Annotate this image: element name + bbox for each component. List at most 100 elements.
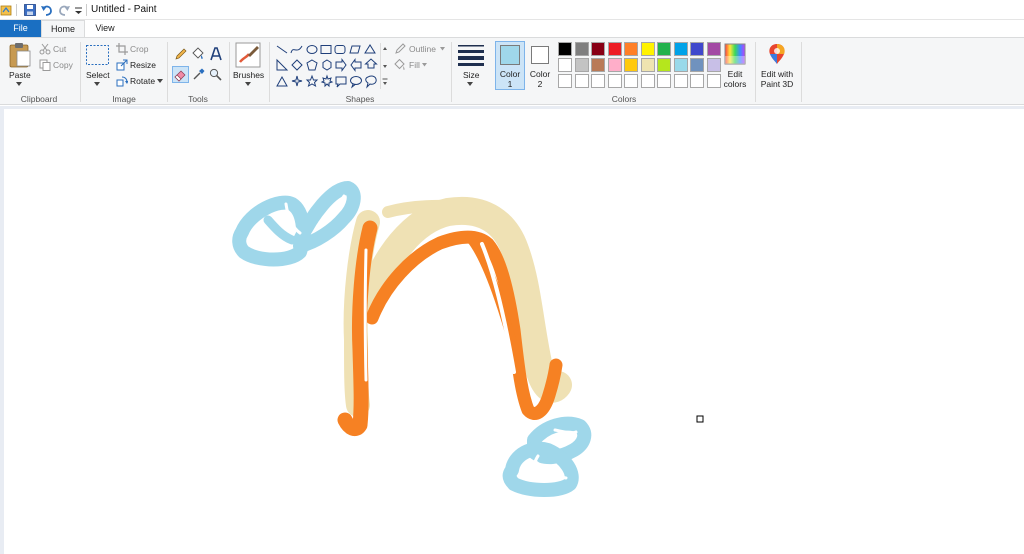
group-divider [80, 42, 81, 102]
brushes-label[interactable]: Brushes [233, 70, 264, 80]
palette-swatch[interactable] [607, 58, 622, 72]
canvas-top-border [0, 106, 1024, 109]
group-divider [229, 42, 230, 102]
fill-dropdown-icon[interactable] [422, 63, 427, 67]
tab-file[interactable]: File [0, 20, 41, 37]
window-title: Untitled - Paint [91, 4, 157, 15]
undo-icon[interactable] [40, 3, 54, 17]
palette-swatch[interactable] [558, 42, 572, 56]
select-dropdown-icon[interactable] [93, 81, 101, 87]
palette-swatch[interactable] [574, 58, 589, 72]
tab-home[interactable]: Home [41, 20, 85, 37]
palette-swatch[interactable] [673, 74, 688, 88]
palette-swatch[interactable] [574, 42, 589, 56]
color1-swatch [500, 45, 520, 65]
paint-3d-icon[interactable] [766, 42, 788, 66]
cut-label[interactable]: Cut [53, 44, 66, 54]
palette-swatch[interactable] [657, 42, 671, 56]
palette-swatch[interactable] [706, 42, 721, 56]
paint-3d-label-line2[interactable]: Paint 3D [756, 79, 798, 89]
crop-label[interactable]: Crop [130, 44, 148, 54]
group-divider [801, 42, 802, 102]
eraser-tool-selected[interactable] [172, 66, 189, 83]
edit-colors-label-line1[interactable]: Edit [718, 69, 752, 79]
palette-swatch[interactable] [624, 58, 638, 72]
palette-swatch[interactable] [640, 74, 655, 88]
outline-dropdown-icon[interactable] [440, 47, 445, 51]
palette-swatch[interactable] [624, 74, 638, 88]
palette-swatch[interactable] [574, 74, 589, 88]
copy-label[interactable]: Copy [53, 60, 73, 70]
palette-swatch[interactable] [657, 74, 671, 88]
color2-swatch[interactable] [531, 46, 549, 64]
paste-label[interactable]: Paste [9, 70, 31, 80]
fill-bucket-icon[interactable] [191, 47, 205, 61]
paste-icon[interactable] [8, 42, 32, 68]
shapes-group-label: Shapes [345, 94, 375, 104]
brushes-dropdown-icon[interactable] [244, 81, 252, 87]
palette-swatch[interactable] [624, 42, 638, 56]
customize-quick-access-icon[interactable] [72, 3, 86, 17]
colors-group-label: Colors [611, 94, 637, 104]
canvas-left-border [0, 106, 4, 554]
select-label[interactable]: Select [86, 70, 110, 80]
eraser-icon [174, 70, 186, 82]
paint-3d-label-line1[interactable]: Edit with [756, 69, 798, 79]
color2-label-line2[interactable]: 2 [525, 79, 555, 89]
edit-colors-label-line2[interactable]: colors [718, 79, 752, 89]
text-tool-icon[interactable] [209, 47, 223, 61]
resize-label[interactable]: Resize [130, 60, 156, 70]
palette-swatch[interactable] [690, 74, 704, 88]
color2-label-line1[interactable]: Color [525, 69, 555, 79]
palette-swatch[interactable] [690, 58, 704, 72]
edit-colors-icon[interactable] [724, 43, 746, 65]
drawing-layer[interactable] [0, 106, 1024, 554]
palette-swatch[interactable] [657, 58, 671, 72]
rotate-icon[interactable] [116, 75, 128, 87]
paint-app-icon[interactable] [0, 3, 14, 17]
fill-icon[interactable] [394, 59, 406, 71]
shapes-scrollbar[interactable] [380, 43, 388, 89]
color-picker-icon[interactable] [192, 68, 205, 81]
shapes-gallery[interactable] [275, 43, 380, 89]
brushes-icon[interactable] [235, 42, 261, 68]
palette-swatch[interactable] [607, 42, 622, 56]
palette-swatch[interactable] [673, 42, 688, 56]
size-dropdown-icon[interactable] [466, 81, 474, 87]
canvas[interactable] [0, 106, 1024, 554]
outline-label[interactable]: Outline [409, 44, 436, 54]
resize-icon[interactable] [116, 59, 128, 71]
fill-label[interactable]: Fill [409, 60, 420, 70]
copy-icon[interactable] [39, 59, 51, 71]
eraser-cursor [696, 415, 704, 423]
redo-icon[interactable] [57, 3, 71, 17]
palette-swatch[interactable] [607, 74, 622, 88]
group-divider [451, 42, 452, 102]
save-icon[interactable] [23, 3, 37, 17]
rotate-dropdown-icon[interactable] [157, 79, 163, 84]
palette-swatch[interactable] [591, 42, 605, 56]
pencil-icon[interactable] [174, 48, 187, 61]
crop-icon[interactable] [116, 43, 128, 55]
color1-label-line1: Color [499, 69, 521, 79]
magnifier-icon[interactable] [209, 68, 222, 81]
title-bar: Untitled - Paint [0, 0, 1024, 20]
palette-swatch[interactable] [558, 58, 572, 72]
palette-swatch[interactable] [558, 74, 572, 88]
paste-dropdown-icon[interactable] [15, 81, 23, 87]
tab-view[interactable]: View [86, 20, 124, 37]
size-label[interactable]: Size [463, 70, 480, 80]
palette-swatch[interactable] [640, 58, 655, 72]
clipboard-group-label: Clipboard [20, 94, 58, 104]
palette-swatch[interactable] [591, 58, 605, 72]
outline-icon[interactable] [394, 43, 406, 55]
cut-icon[interactable] [39, 43, 51, 55]
palette-swatch[interactable] [690, 42, 704, 56]
select-icon[interactable] [85, 44, 110, 66]
palette-swatch[interactable] [640, 42, 655, 56]
title-separator [16, 4, 17, 16]
size-icon[interactable] [458, 44, 484, 66]
palette-swatch[interactable] [591, 74, 605, 88]
palette-swatch[interactable] [673, 58, 688, 72]
rotate-label[interactable]: Rotate [130, 76, 155, 86]
